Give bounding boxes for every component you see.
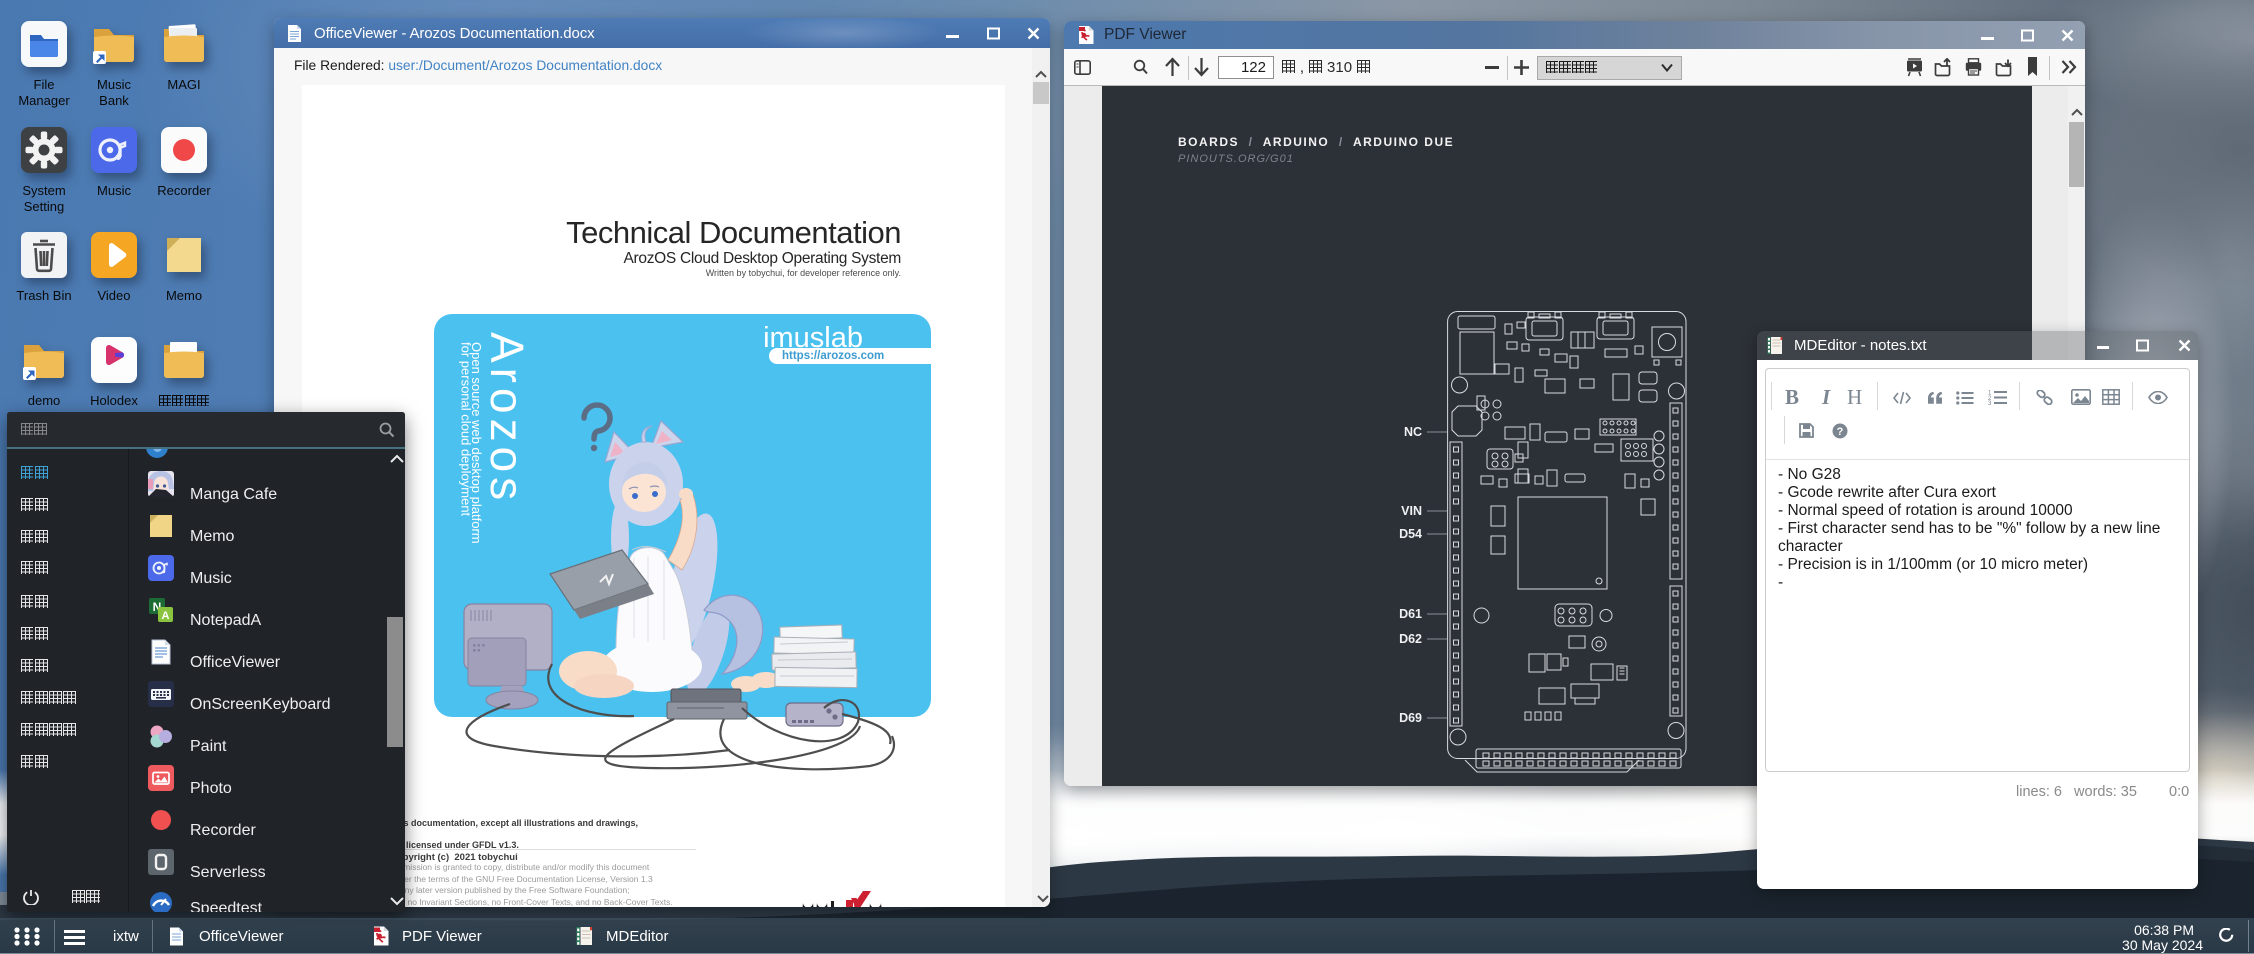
svg-text:VIN: VIN: [1401, 504, 1422, 518]
svg-text:D61: D61: [1399, 607, 1422, 621]
svg-text:?: ?: [1837, 426, 1844, 438]
svg-text:D69: D69: [1399, 711, 1422, 725]
svg-text:3: 3: [1988, 401, 1992, 405]
svg-text:D62: D62: [1399, 632, 1422, 646]
svg-text:A: A: [162, 610, 170, 622]
svg-text:NC: NC: [1404, 425, 1422, 439]
svg-text:D54: D54: [1399, 527, 1422, 541]
